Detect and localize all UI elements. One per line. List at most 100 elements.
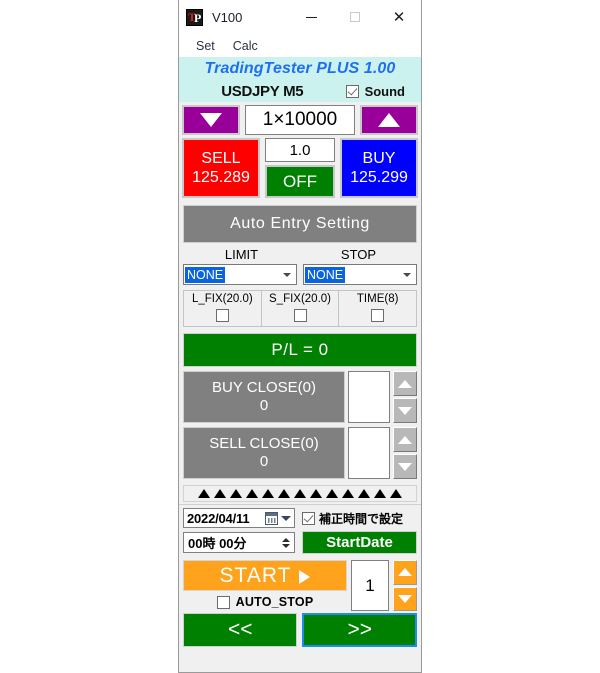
order-settings-section: LIMIT STOP NONE NONE: [179, 246, 421, 289]
menu-item-set[interactable]: Set: [187, 38, 224, 54]
next-step-button[interactable]: >>: [302, 613, 417, 647]
symbol-row: USDJPY M5 Sound: [179, 80, 421, 102]
sell-close-decrement-button[interactable]: [393, 454, 417, 479]
minimize-icon[interactable]: [289, 0, 333, 34]
sound-toggle[interactable]: Sound: [345, 83, 407, 99]
auto-entry-wrap: Auto Entry Setting: [179, 201, 421, 246]
chevron-down-icon: [403, 272, 411, 277]
app-banner: TradingTester PLUS 1.00: [179, 57, 421, 80]
trade-amount-field[interactable]: 1.0: [265, 138, 335, 162]
window-controls: ✕: [289, 0, 421, 34]
step-count-increment-button[interactable]: [393, 560, 417, 585]
correction-time-toggle[interactable]: 補正時間で設定: [302, 510, 403, 527]
step-count-field[interactable]: 1: [351, 560, 389, 611]
correction-time-label: 補正時間で設定: [319, 511, 404, 526]
limit-stop-labels: LIMIT STOP: [183, 247, 417, 264]
resize-grip-icon[interactable]: [183, 485, 417, 502]
prev-step-button[interactable]: <<: [183, 613, 298, 647]
menu-item-calc[interactable]: Calc: [224, 38, 267, 54]
navigation-row: << >>: [179, 613, 421, 651]
date-row: 2022/04/11 補正時間で設定: [183, 508, 417, 528]
triangle-up-icon: [398, 568, 412, 577]
trade-middle-column: 1.0 OFF: [265, 138, 335, 198]
start-left-column: START AUTO_STOP: [183, 560, 347, 611]
s-fix-checkbox[interactable]: [293, 309, 307, 322]
lot-decrease-button[interactable]: [182, 105, 240, 135]
close-icon[interactable]: ✕: [377, 0, 421, 34]
limit-select[interactable]: NONE: [183, 264, 297, 285]
sell-button[interactable]: SELL 125.289: [182, 138, 260, 198]
calendar-icon: [265, 511, 278, 525]
grip-wrap: [179, 484, 421, 504]
sound-checkbox[interactable]: [345, 84, 359, 98]
triangle-down-icon: [398, 406, 412, 415]
buy-close-spinner: [393, 371, 417, 423]
stop-select[interactable]: NONE: [303, 264, 417, 285]
fix-cell-s-fix: S_FIX(20.0): [262, 291, 340, 326]
sell-price: 125.289: [192, 169, 250, 186]
trade-buttons-row: SELL 125.289 1.0 OFF BUY 125.299: [179, 138, 421, 201]
time-label: TIME(8): [356, 293, 399, 305]
buy-close-input[interactable]: [348, 371, 390, 423]
sell-close-label: SELL CLOSE(0): [209, 435, 319, 452]
buy-button[interactable]: BUY 125.299: [340, 138, 418, 198]
fix-options-row: L_FIX(20.0) S_FIX(20.0) TIME(8): [183, 290, 417, 327]
menu-bar: Set Calc: [179, 34, 421, 57]
triangle-down-icon: [282, 543, 290, 548]
chevron-down-icon: [283, 272, 291, 277]
start-section: START AUTO_STOP 1: [179, 557, 421, 613]
fix-cell-time: TIME(8): [339, 291, 416, 326]
triangle-down-icon: [398, 594, 412, 603]
sell-close-input[interactable]: [348, 427, 390, 479]
buy-close-label: BUY CLOSE(0): [212, 379, 316, 396]
time-checkbox[interactable]: [371, 309, 385, 322]
sound-label: Sound: [364, 83, 405, 99]
date-value: 2022/04/11: [187, 510, 250, 526]
sell-label: SELL: [201, 150, 241, 167]
sell-close-increment-button[interactable]: [393, 427, 417, 452]
stop-label: STOP: [340, 247, 377, 262]
limit-stop-selects: NONE NONE: [183, 264, 417, 285]
lot-increase-button[interactable]: [360, 105, 418, 135]
auto-stop-toggle[interactable]: AUTO_STOP: [183, 593, 347, 611]
buy-close-row: BUY CLOSE(0) 0: [183, 371, 417, 423]
auto-stop-checkbox[interactable]: [216, 595, 230, 609]
stop-selected-value: NONE: [305, 266, 346, 283]
limit-selected-value: NONE: [185, 266, 226, 283]
profit-loss-display: P/L = 0: [183, 333, 417, 367]
fix-cell-l-fix: L_FIX(20.0): [184, 291, 262, 326]
correction-time-checkbox[interactable]: [302, 511, 315, 525]
l-fix-checkbox[interactable]: [215, 309, 229, 322]
date-picker[interactable]: 2022/04/11: [183, 508, 295, 528]
step-count-decrement-button[interactable]: [393, 586, 417, 611]
chevron-down-icon[interactable]: [281, 515, 291, 521]
s-fix-label: S_FIX(20.0): [269, 293, 331, 305]
sell-close-value: 0: [259, 453, 269, 470]
time-spinner-icon[interactable]: [280, 535, 292, 551]
buy-close-value: 0: [259, 397, 269, 414]
auto-entry-setting-button[interactable]: Auto Entry Setting: [183, 205, 417, 243]
auto-toggle-button[interactable]: OFF: [265, 165, 335, 198]
maximize-icon[interactable]: [333, 0, 377, 34]
sell-close-spinner: [393, 427, 417, 479]
banner-title: TradingTester PLUS 1.00: [204, 59, 396, 77]
buy-close-increment-button[interactable]: [393, 371, 417, 396]
lot-size-row: 1×10000: [179, 102, 421, 138]
tp-logo-icon: T P: [186, 8, 203, 26]
limit-label: LIMIT: [224, 247, 259, 262]
triangle-up-icon: [398, 379, 412, 388]
buy-close-decrement-button[interactable]: [393, 398, 417, 423]
lot-value-field[interactable]: 1×10000: [245, 105, 355, 135]
time-input[interactable]: 00時 00分: [183, 532, 295, 553]
trading-tester-window: T P V100 ✕ Set Calc TradingTester PLUS 1…: [178, 0, 422, 673]
buy-close-button[interactable]: BUY CLOSE(0) 0: [183, 371, 345, 423]
logo-letter-p: P: [194, 10, 202, 25]
sell-close-button[interactable]: SELL CLOSE(0) 0: [183, 427, 345, 479]
buy-label: BUY: [362, 150, 396, 167]
close-positions-section: BUY CLOSE(0) 0 SELL CLOSE(0) 0: [179, 370, 421, 484]
l-fix-label: L_FIX(20.0): [191, 293, 253, 305]
buy-price: 125.299: [350, 169, 408, 186]
start-button[interactable]: START: [183, 560, 347, 591]
play-icon: [299, 569, 311, 584]
start-date-button[interactable]: StartDate: [302, 531, 417, 554]
